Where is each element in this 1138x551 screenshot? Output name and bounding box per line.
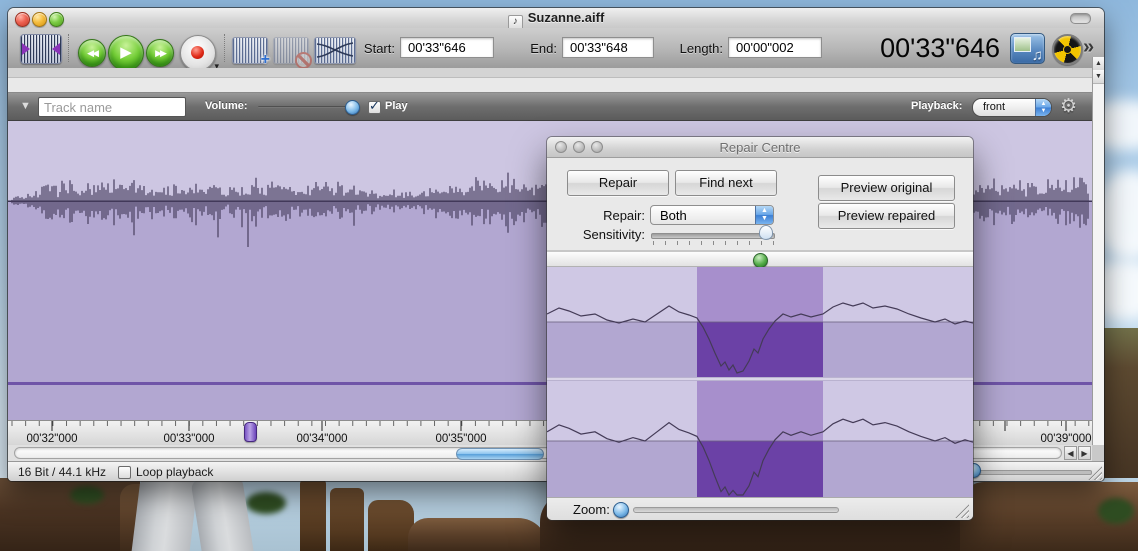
track-name-input[interactable]	[38, 97, 186, 117]
length-label: Length:	[663, 41, 723, 56]
toolbar-overflow-chevron[interactable]: »	[1083, 36, 1094, 59]
dialog-titlebar[interactable]: Repair Centre	[547, 137, 973, 158]
dialog-resize-grip[interactable]	[955, 504, 969, 518]
preview-original-button[interactable]: Preview original	[818, 175, 955, 201]
volume-label: Volume:	[205, 100, 248, 112]
loop-playback-label: Loop playback	[136, 465, 213, 479]
dialog-zoom-label: Zoom:	[573, 502, 610, 517]
repair-preview[interactable]	[547, 267, 973, 497]
toolbar-separator	[68, 34, 69, 62]
window-zoom-slider-track[interactable]	[962, 470, 1092, 475]
dropdown-stepper-icon: ▲▼	[755, 206, 773, 224]
volume-slider-knob[interactable]	[345, 100, 360, 115]
scroll-down-button[interactable]: ▼	[1093, 70, 1104, 84]
waveform-add-button[interactable]: +	[232, 37, 268, 64]
plus-badge-icon: +	[261, 51, 270, 69]
sensitivity-slider-track[interactable]	[651, 233, 775, 239]
gear-icon[interactable]: ⚙	[1060, 95, 1077, 118]
ruler-label: 00'34"000	[296, 433, 347, 445]
ruler-label: 00'33"000	[163, 433, 214, 445]
time-display: 00'33"646	[844, 33, 1000, 64]
preview-repaired-button[interactable]: Preview repaired	[818, 203, 955, 229]
toolbar: ◀◀ ▶ ▶▶ ▾ + Start: End:	[8, 28, 1104, 69]
ruler-label: 00'35"000	[435, 433, 486, 445]
end-label: End:	[513, 41, 557, 56]
ruler-label: 00'39"000	[1040, 433, 1091, 445]
fast-forward-button[interactable]: ▶▶	[146, 39, 174, 67]
selection-left-arrow-icon	[22, 43, 30, 55]
find-next-button[interactable]: Find next	[675, 170, 777, 196]
statue-leg	[190, 480, 253, 551]
disclosure-triangle-icon[interactable]: ▼	[20, 100, 31, 112]
tracks-top-strip	[8, 78, 1104, 92]
rewind-button[interactable]: ◀◀	[78, 39, 106, 67]
play-button[interactable]: ▶	[108, 35, 144, 71]
music-notes-icon: ♫	[1032, 47, 1043, 64]
repair-mode-label: Repair:	[575, 208, 645, 223]
check-icon: ✓	[369, 98, 380, 114]
photo-frame-icon	[1014, 37, 1031, 52]
scroll-right-button[interactable]: ▶	[1078, 446, 1091, 460]
track-header: ▼ Volume: ✓ Play Playback: front ▲▼ ⚙	[8, 92, 1104, 121]
selection-tool-button[interactable]	[20, 34, 62, 64]
length-field[interactable]	[728, 37, 822, 58]
ruler-label: 00'32"000	[26, 433, 77, 445]
end-field[interactable]	[562, 37, 654, 58]
position-ball-knob[interactable]	[753, 253, 768, 268]
record-dot-icon	[191, 46, 204, 59]
dialog-zoom-slider-knob[interactable]	[613, 502, 629, 518]
waveform-delete-button	[273, 37, 309, 64]
sensitivity-label: Sensitivity:	[565, 227, 645, 242]
playback-value: front	[983, 101, 1005, 113]
vertical-scrollbar[interactable]: ▲ ▼	[1092, 57, 1104, 445]
burn-button[interactable]	[1052, 34, 1083, 65]
sensitivity-ticks	[653, 241, 773, 246]
screen: ♪Suzanne.aiff ◀◀ ▶ ▶▶ ▾ +	[0, 0, 1138, 551]
sensitivity-slider-knob[interactable]	[759, 225, 773, 240]
window-title-wrap: ♪Suzanne.aiff	[8, 10, 1104, 30]
selection-right-arrow-icon	[52, 43, 60, 55]
toolbar-underside-strip	[8, 68, 1104, 78]
repair-mode-value: Both	[660, 208, 687, 223]
play-label: Play	[385, 100, 408, 112]
dialog-title: Repair Centre	[547, 140, 973, 155]
repair-button[interactable]: Repair	[567, 170, 669, 196]
preview-waveform-svg	[547, 267, 973, 497]
dropdown-stepper-icon: ▲▼	[1035, 99, 1051, 116]
prohibition-badge-icon	[295, 52, 312, 69]
volume-slider-track[interactable]	[258, 106, 354, 108]
hscroll-thumb[interactable]	[456, 448, 544, 460]
dialog-zoom-slider-track[interactable]	[633, 507, 839, 513]
loop-playback-checkbox[interactable]	[118, 466, 131, 479]
media-browser-button[interactable]: ♫	[1010, 33, 1045, 64]
playback-label: Playback:	[911, 100, 962, 112]
titlebar[interactable]: ♪Suzanne.aiff	[8, 8, 1104, 28]
position-strip[interactable]	[547, 250, 973, 267]
toolbar-toggle-pill[interactable]	[1070, 13, 1091, 24]
start-label: Start:	[338, 41, 395, 56]
repair-mode-dropdown[interactable]: Both ▲▼	[650, 205, 774, 225]
scroll-up-button[interactable]: ▲	[1093, 57, 1104, 71]
start-field[interactable]	[400, 37, 494, 58]
playhead-marker[interactable]	[244, 422, 257, 442]
scroll-left-button[interactable]: ◀	[1064, 446, 1077, 460]
play-checkbox[interactable]: ✓	[368, 101, 381, 114]
dialog-bottom-bar: Zoom:	[547, 497, 973, 520]
playback-dropdown[interactable]: front ▲▼	[972, 98, 1052, 117]
window-title: Suzanne.aiff	[528, 10, 605, 25]
toolbar-separator	[224, 34, 225, 62]
audio-format-text: 16 Bit / 44.1 kHz	[18, 465, 106, 479]
repair-centre-dialog: Repair Centre Repair Find next Preview o…	[547, 137, 973, 520]
record-button[interactable]: ▾	[180, 35, 216, 71]
statue-leg	[132, 480, 199, 551]
